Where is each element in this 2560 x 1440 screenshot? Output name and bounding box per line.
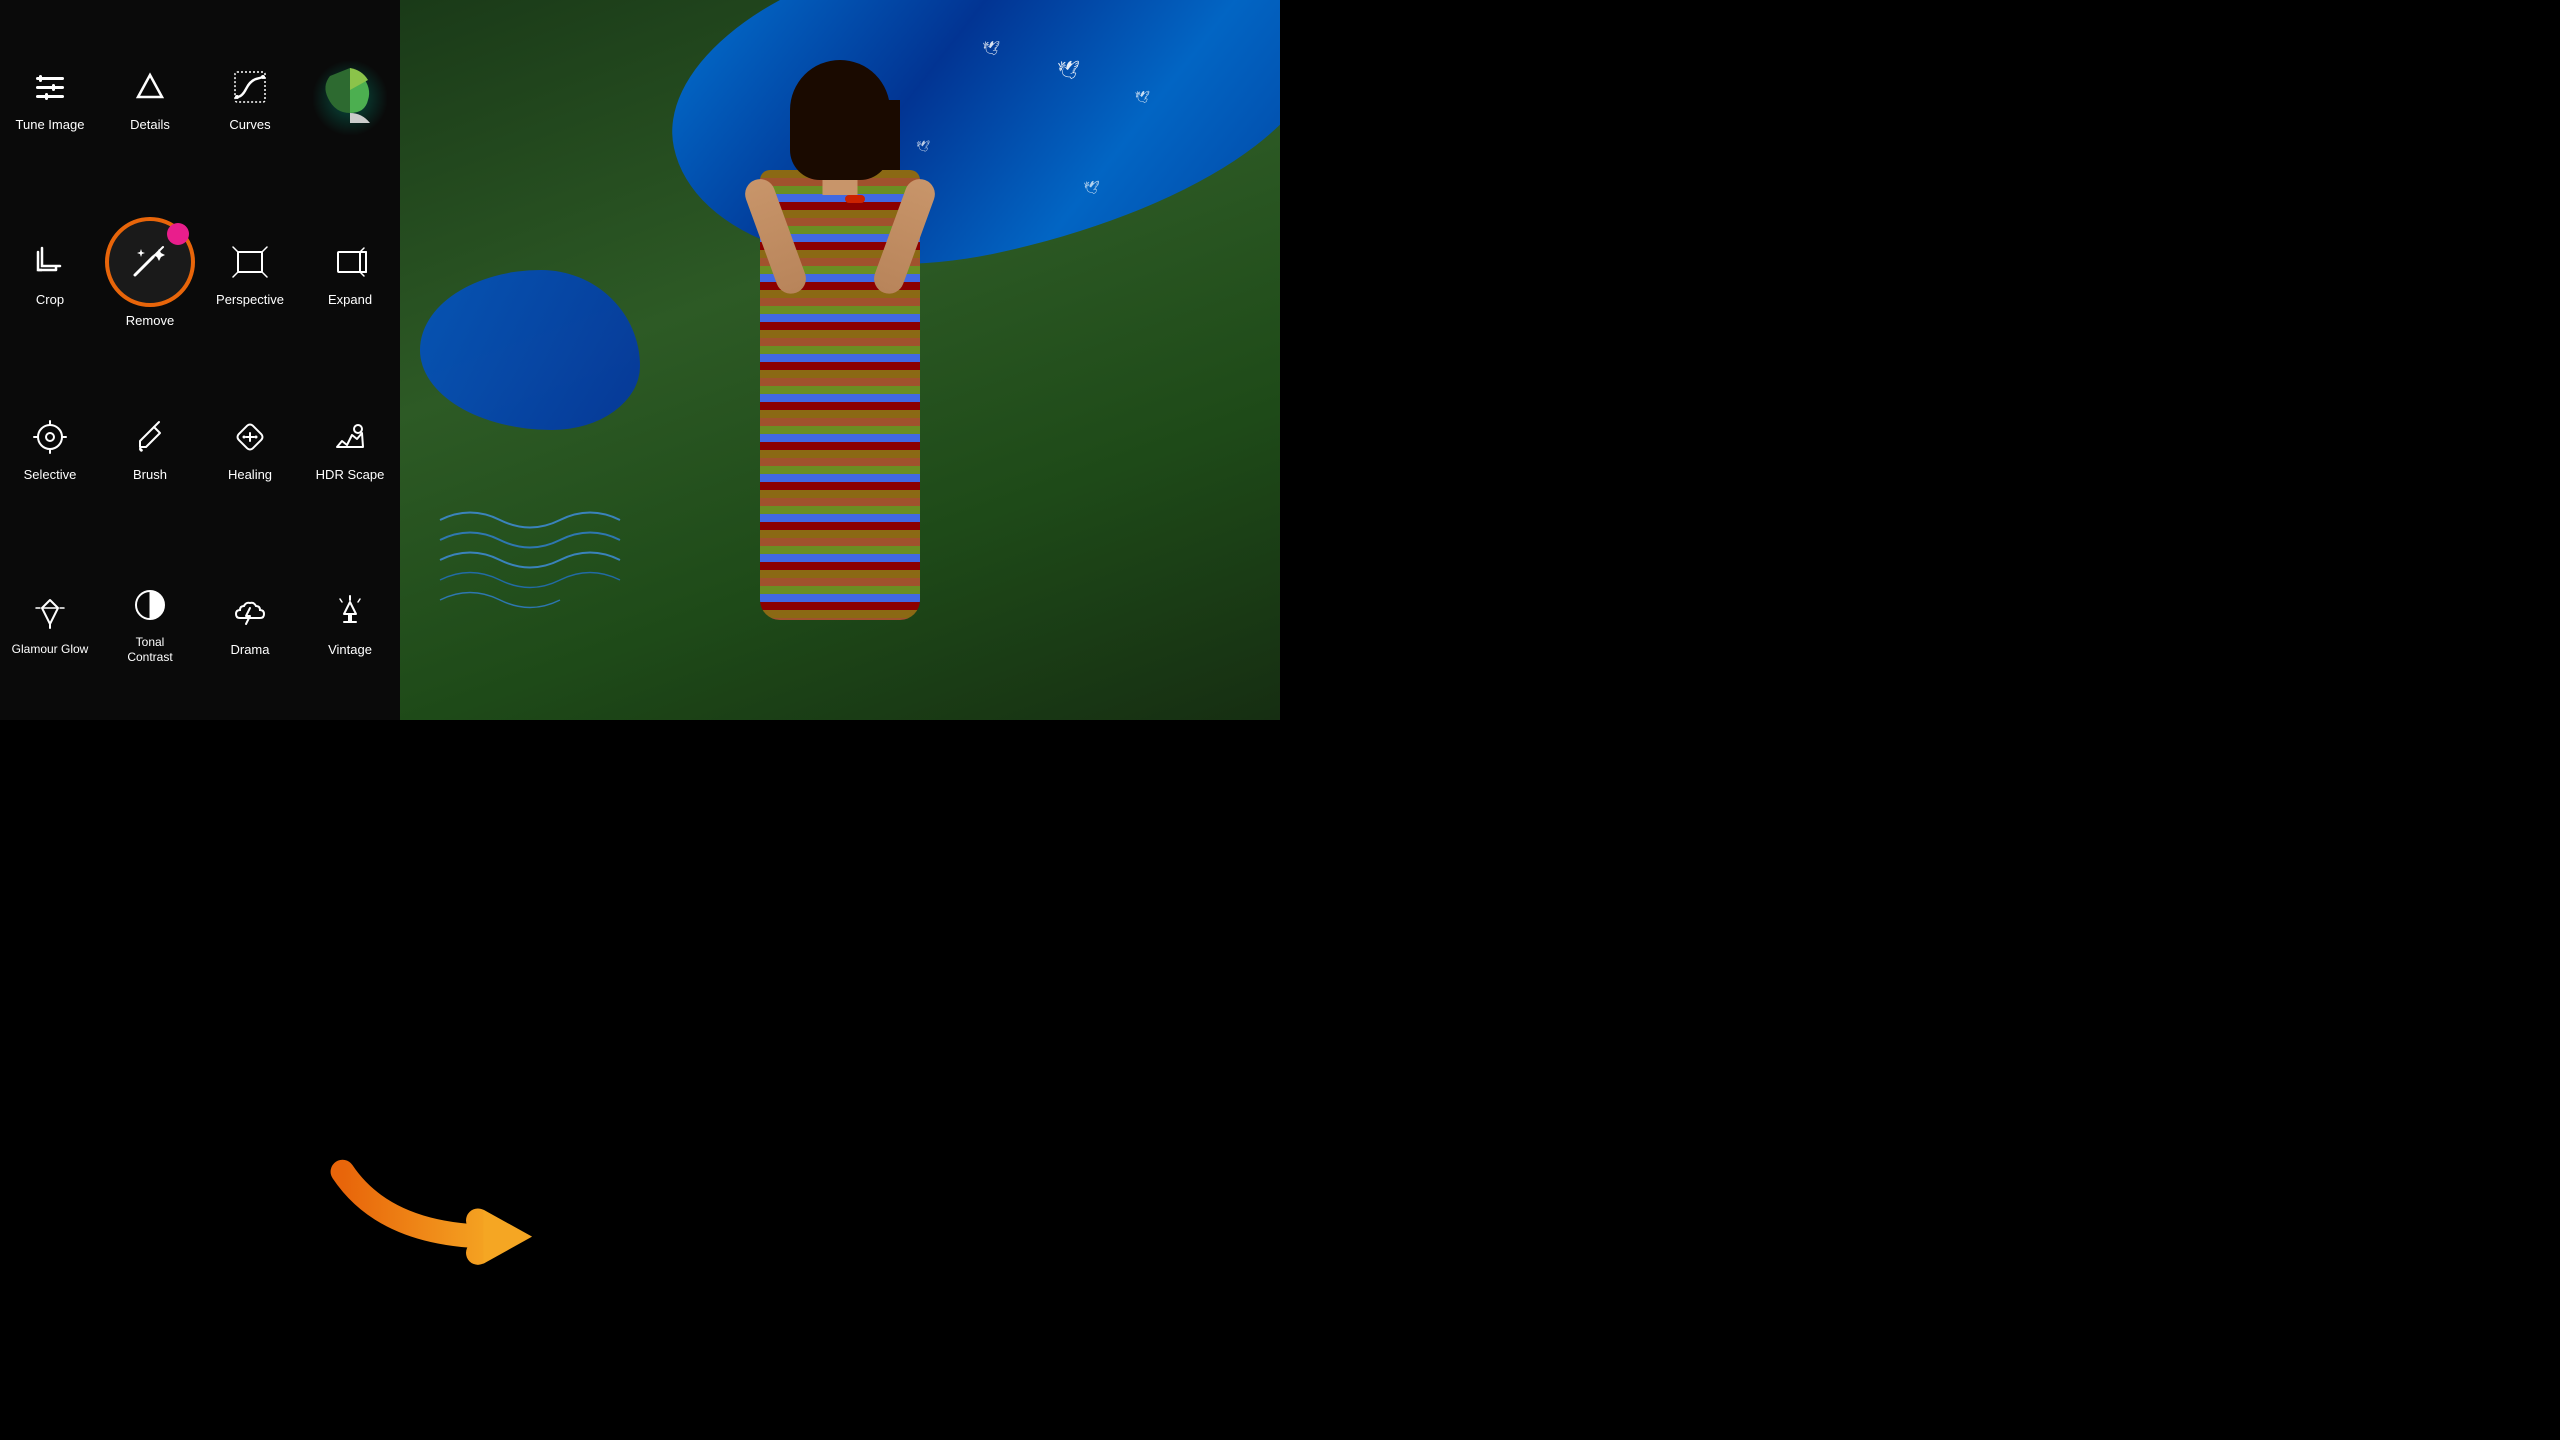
remove-circle bbox=[105, 217, 195, 307]
tool-drama[interactable]: Drama bbox=[200, 535, 300, 710]
tool-curves[interactable]: Curves bbox=[200, 10, 300, 185]
expand-icon bbox=[326, 238, 374, 286]
expand-label: Expand bbox=[328, 292, 372, 308]
bird-3: 🕊 bbox=[1135, 90, 1150, 104]
orange-arrow bbox=[300, 1150, 580, 1280]
details-icon bbox=[126, 63, 174, 111]
bird-5: 🕊 bbox=[1083, 180, 1100, 196]
tools-panel: Tune Image Details Curves bbox=[0, 0, 400, 720]
curves-label: Curves bbox=[229, 117, 270, 133]
drama-label: Drama bbox=[230, 642, 269, 658]
remove-label: Remove bbox=[126, 313, 174, 329]
tool-crop[interactable]: Crop bbox=[0, 185, 100, 360]
tool-brush[interactable]: Brush bbox=[100, 360, 200, 535]
perspective-label: Perspective bbox=[216, 292, 284, 308]
tool-details[interactable]: Details bbox=[100, 10, 200, 185]
tonal-contrast-label: TonalContrast bbox=[127, 635, 172, 664]
bird-2: 🕊 bbox=[982, 40, 1000, 57]
hdr-scape-icon bbox=[326, 413, 374, 461]
tool-expand[interactable]: Expand bbox=[300, 185, 400, 360]
drama-icon bbox=[226, 588, 274, 636]
tune-image-label: Tune Image bbox=[16, 117, 85, 133]
tool-tonal-contrast[interactable]: TonalContrast bbox=[100, 535, 200, 710]
right-panel: 🕊 🕊 🕊 🕊 🕊 bbox=[400, 0, 1280, 720]
curves-icon bbox=[226, 63, 274, 111]
tonal-contrast-icon bbox=[126, 581, 174, 629]
app-logo-cell bbox=[300, 10, 400, 185]
glamour-glow-label: Glamour Glow bbox=[12, 642, 89, 656]
bird-1: 🕊 bbox=[1057, 60, 1080, 81]
tool-tune-image[interactable]: Tune Image bbox=[0, 10, 100, 185]
lips bbox=[845, 195, 865, 203]
remove-badge bbox=[167, 223, 189, 245]
bird-4: 🕊 bbox=[916, 140, 930, 153]
tool-perspective[interactable]: Perspective bbox=[200, 185, 300, 360]
brush-icon bbox=[126, 413, 174, 461]
brush-label: Brush bbox=[133, 467, 167, 483]
tool-selective[interactable]: Selective bbox=[0, 360, 100, 535]
woman-figure bbox=[650, 40, 1030, 720]
tool-glamour-glow[interactable]: Glamour Glow bbox=[0, 535, 100, 710]
tool-vintage[interactable]: Vintage bbox=[300, 535, 400, 710]
tool-healing[interactable]: Healing bbox=[200, 360, 300, 535]
hdr-scape-label: HDR Scape bbox=[316, 467, 385, 483]
glamour-glow-icon bbox=[26, 588, 74, 636]
selective-icon bbox=[26, 413, 74, 461]
perspective-icon bbox=[226, 238, 274, 286]
crop-icon bbox=[26, 238, 74, 286]
app-logo bbox=[310, 58, 390, 138]
tool-hdr-scape[interactable]: HDR Scape bbox=[300, 360, 400, 535]
healing-label: Healing bbox=[228, 467, 272, 483]
vintage-icon bbox=[326, 588, 374, 636]
selective-label: Selective bbox=[24, 467, 77, 483]
crop-label: Crop bbox=[36, 292, 64, 308]
tool-remove[interactable]: Remove bbox=[100, 185, 200, 360]
tune-image-icon bbox=[26, 63, 74, 111]
healing-icon bbox=[226, 413, 274, 461]
blue-waves bbox=[430, 500, 630, 620]
vintage-label: Vintage bbox=[328, 642, 372, 658]
details-label: Details bbox=[130, 117, 170, 133]
